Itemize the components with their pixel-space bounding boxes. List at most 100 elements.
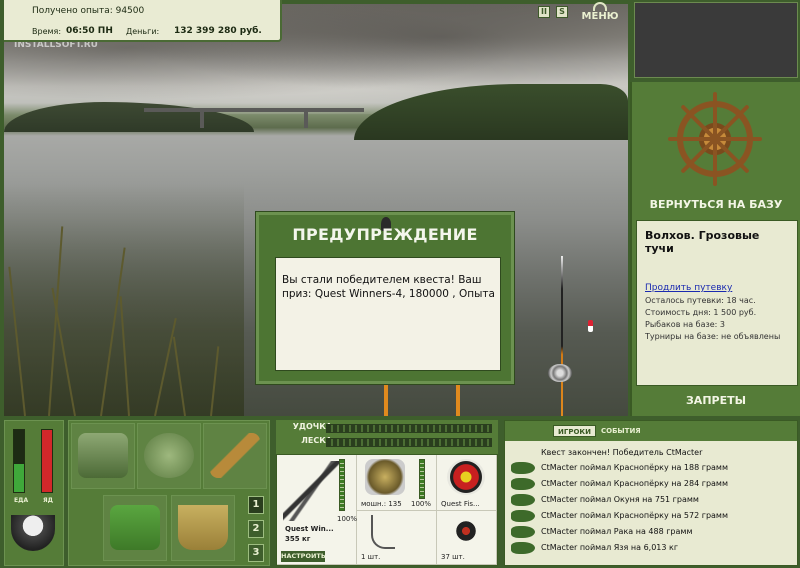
extend-voucher-link[interactable]: Продлить путевку [645,283,789,293]
rod-percent: 100% [337,515,358,523]
quest-message: Квест закончен! Победитель CtMacter [541,448,703,457]
list-item: CtMacter поймал Краснопёрку на 284 грамм [505,477,797,492]
float-icon [588,320,593,332]
catch-text: CtMacter поймал Краснопёрку на 572 грамм [541,511,728,520]
line-bar: ЛЕСКА [276,436,498,448]
tackle-box-slot[interactable] [71,423,135,489]
warning-dialog[interactable]: ПРЕДУПРЕЖДЕНИЕ Вы стали победителем квес… [256,212,514,384]
catch-text: CtMacter поймал Окуня на 751 грамм [541,495,699,504]
ship-wheel-icon[interactable] [668,92,762,186]
cauldron-icon[interactable] [11,515,55,551]
catch-text: CtMacter поймал Язя на 6,013 кг [541,543,679,552]
events-tabs: ИГРОКИ СОБЫТИЯ [505,421,797,441]
rod-name: Quest Win... [285,525,334,533]
rod-bar: УДОЧКА [276,422,498,434]
events-panel: ИГРОКИ СОБЫТИЯ Квест закончен! Победител… [504,420,798,566]
reel-power: мошн.: 135 [361,500,402,508]
tackle-panel: УДОЧКА ЛЕСКА 100% Quest Win... 355 кг НА… [276,420,498,566]
knife-icon [210,432,260,478]
poison-meter [41,429,53,493]
basket-icon [110,504,160,550]
warning-message: Вы стали победителем квеста! Ваш приз: Q… [282,274,495,300]
day-cost: Стоимость дня: 1 500 руб. [645,308,757,317]
tab-players[interactable]: ИГРОКИ [553,425,596,437]
rod-cell[interactable]: 100% Quest Win... 355 кг НАСТРОИТЬ [277,455,357,565]
sound-icon[interactable]: S [556,6,568,18]
tab-events[interactable]: СОБЫТИЯ [597,425,645,437]
catch-text: CtMacter поймал Краснопёрку на 188 грамм [541,463,728,472]
knife-slot[interactable] [203,423,267,489]
tackle-box-icon [78,432,128,478]
return-to-base-button[interactable]: ВЕРНУТЬСЯ НА БАЗУ [632,198,800,211]
reeds [4,184,244,416]
reel-icon[interactable] [548,364,572,382]
bait-count: 37 шт. [441,553,465,561]
crayfish-icon [511,526,535,538]
rods-icon [283,461,339,521]
base-info: Волхов. Грозовые тучи Продлить путевку О… [636,220,798,386]
fishers-count: Рыбаков на базе: 3 [645,320,725,329]
list-item: CtMacter поймал Краснопёрку на 572 грамм [505,509,797,524]
sign-post [456,384,460,416]
rod-durability-bar [339,459,345,511]
player-info: Получено опыта: 94500 Время: 06:50 ПН Де… [4,0,282,42]
reel-cell[interactable]: мошн.: 135 100% [357,455,437,511]
time-value: 06:50 ПН [66,26,113,36]
bucket-icon [178,504,228,550]
bait-cell[interactable]: 37 шт. [437,511,497,565]
rod-weight: 355 кг [285,535,311,543]
rod-shaft [561,256,563,416]
minimap-panel [634,2,798,78]
basket-slot[interactable] [103,495,167,561]
hook-icon [371,515,395,549]
setup-button[interactable]: НАСТРОИТЬ [281,551,326,562]
reel-durability-bar [419,459,425,499]
line-tension-track [326,438,492,447]
bridge [144,108,364,112]
reel-percent: 100% [411,500,432,508]
experience-text: Получено опыта: 94500 [32,6,145,16]
food-meter [13,429,25,493]
base-panel: ВЕРНУТЬСЯ НА БАЗУ Волхов. Грозовые тучи … [630,82,800,416]
bridge-pillar [304,108,308,128]
poison-label: ЯД [43,497,53,504]
inventory-tab-1[interactable]: 1 [248,496,264,514]
bridge-pillar [200,108,204,128]
fish-icon [511,542,535,554]
wheel-icon [593,2,607,11]
list-item: CtMacter поймал Окуня на 751 грамм [505,493,797,508]
pause-icon[interactable]: II [538,6,550,18]
voucher-remaining: Осталось путевки: 18 час. [645,296,756,305]
fish-icon [511,494,535,506]
money-label: Деньги: [126,27,160,36]
time-label: Время: [32,27,62,36]
warning-body: Вы стали победителем квеста! Ваш приз: Q… [275,257,501,371]
list-item: CtMacter поймал Краснопёрку на 188 грамм [505,461,797,476]
fishing-rod[interactable] [548,256,593,416]
lure-cell[interactable]: Quest Fis... [437,455,497,511]
fish-icon [511,462,535,474]
catch-text: CtMacter поймал Рака на 488 грамм [541,527,693,536]
hook-cell[interactable]: 1 шт. [357,511,437,565]
rod-tension-track [326,424,492,433]
menu-button[interactable]: МЕНЮ [580,2,620,24]
ant-bait-icon [453,517,479,545]
food-level [14,464,24,492]
inventory-panel [68,420,270,566]
bans-button[interactable]: ЗАПРЕТЫ [632,394,800,407]
status-panel: ЕДА ЯД [4,420,64,566]
rod-label: УДОЧКА [292,422,332,431]
bucket-slot[interactable] [171,495,235,561]
bag-slot[interactable] [137,423,201,489]
tackle-setup: 100% Quest Win... 355 кг НАСТРОИТЬ мошн.… [276,454,498,566]
inventory-tab-3[interactable]: 3 [248,544,264,562]
line-label: ЛЕСКА [301,436,332,445]
fish-icon [511,510,535,522]
bag-icon [144,432,194,478]
sign-post [384,384,388,416]
menu-label: МЕНЮ [581,11,619,22]
inventory-tab-2[interactable]: 2 [248,520,264,538]
money-value: 132 399 280 руб. [174,26,262,36]
location-name: Волхов. Грозовые тучи [645,229,760,255]
food-label: ЕДА [14,497,29,504]
